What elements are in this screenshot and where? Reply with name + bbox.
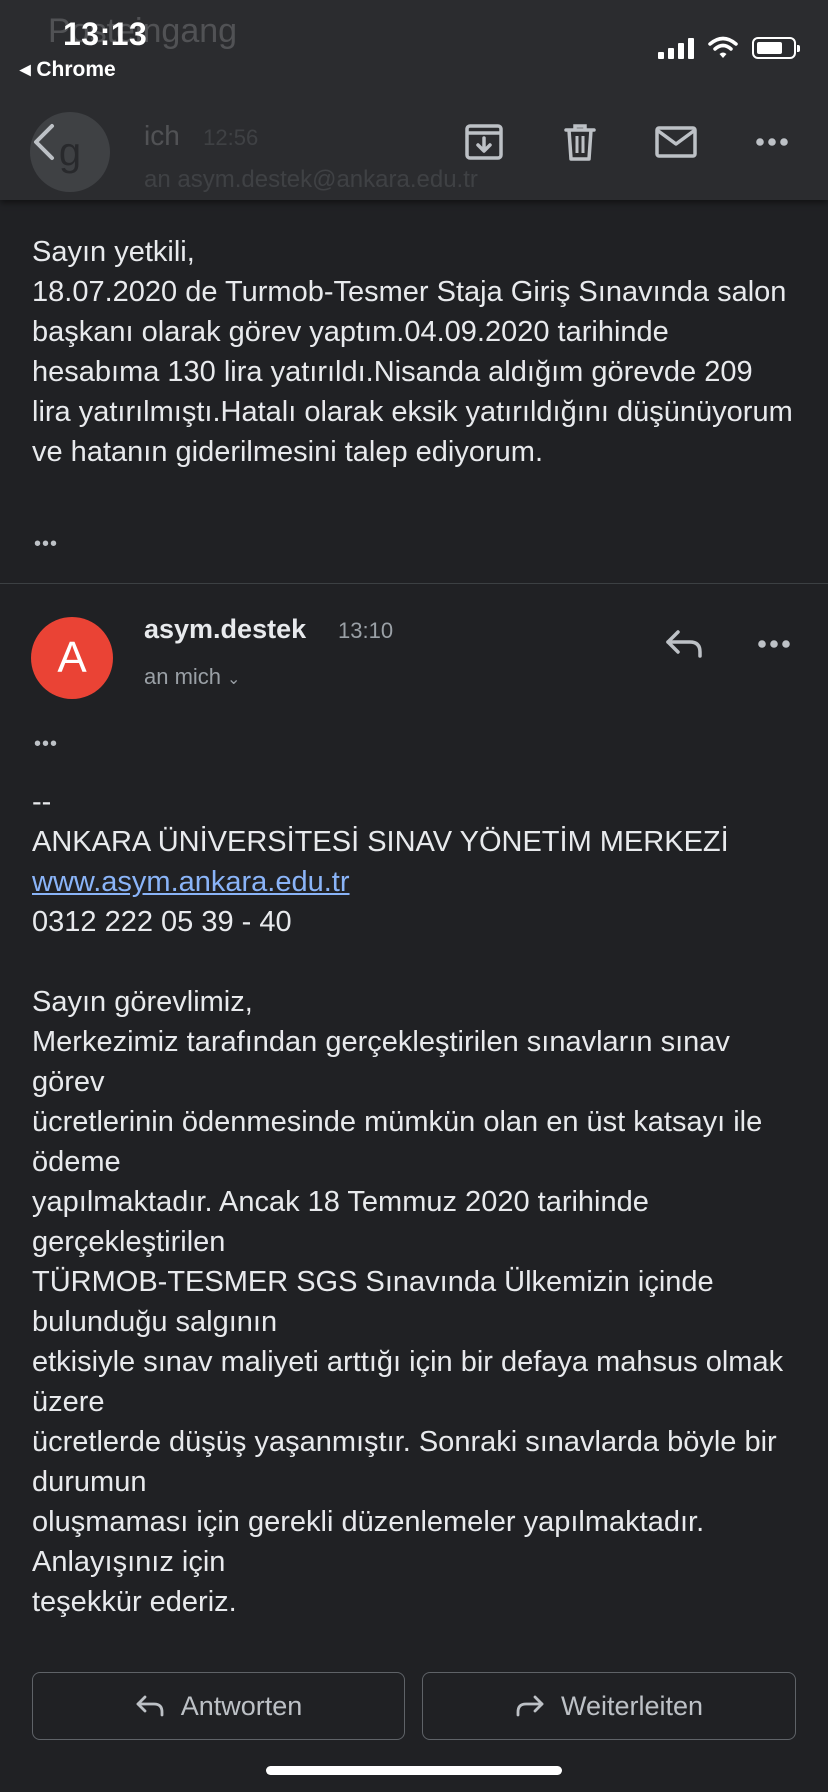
forward-button-label: Weiterleiten [560, 1690, 704, 1721]
battery-icon [752, 37, 800, 59]
reply-arrow-icon [136, 1695, 164, 1717]
mail-icon[interactable] [652, 118, 700, 166]
trash-icon[interactable] [556, 118, 604, 166]
first-message-body: Sayın yetkili, 18.07.2020 de Turmob-Tesm… [32, 236, 793, 468]
reply-icon[interactable] [660, 620, 708, 668]
ghost-sender: ich 12:56 [144, 120, 259, 151]
more-icon[interactable] [748, 118, 796, 166]
phone-number: 0312 222 05 39 - 40 [32, 906, 292, 938]
chevron-down-icon: ⌄ [227, 671, 241, 688]
reply-button-label: Antworten [180, 1690, 303, 1721]
top-bar: Posteingang g ich 12:56 an asym.destek@a… [0, 0, 828, 200]
signature-block: -- ANKARA ÜNİVERSİTESİ SINAV YÖNETİM MER… [32, 782, 812, 942]
first-message: Sayın yetkili, 18.07.2020 de Turmob-Tesm… [0, 232, 828, 472]
status-icons [658, 36, 800, 60]
message-time: 13:10 [338, 618, 394, 643]
home-indicator[interactable] [266, 1766, 562, 1775]
archive-icon[interactable] [460, 118, 508, 166]
organization-name: ANKARA ÜNİVERSİTESİ SINAV YÖNETİM MERKEZ… [32, 826, 729, 858]
signature-separator: -- [32, 786, 52, 818]
signal-icon [658, 37, 694, 59]
expand-quoted-button[interactable]: ••• [34, 533, 58, 556]
forward-arrow-icon [516, 1695, 544, 1717]
back-to-app-link[interactable]: ◂ Chrome [20, 57, 116, 82]
status-time: 13:13 [63, 16, 148, 52]
recipient-label: an mich [144, 664, 222, 689]
website-link[interactable]: www.asym.ankara.edu.tr [32, 866, 350, 898]
avatar: A [31, 617, 113, 699]
second-message-body: Sayın görevlimiz, Merkezimiz tarafından … [0, 982, 828, 1622]
message-divider [0, 583, 828, 584]
reply-text: Sayın görevlimiz, Merkezimiz tarafından … [32, 986, 784, 1618]
sender-name: asym.destek [144, 614, 307, 644]
back-arrow-icon[interactable] [22, 118, 70, 166]
message-more-icon[interactable] [750, 620, 798, 668]
reply-button[interactable]: Antworten [32, 1672, 405, 1740]
recipient-toggle[interactable]: an mich ⌄ [144, 664, 240, 690]
ghost-recipient: an asym.destek@ankara.edu.tr [144, 166, 478, 193]
expand-trimmed-button[interactable]: ••• [34, 733, 58, 756]
wifi-icon [708, 36, 738, 58]
forward-button[interactable]: Weiterleiten [422, 1672, 796, 1740]
